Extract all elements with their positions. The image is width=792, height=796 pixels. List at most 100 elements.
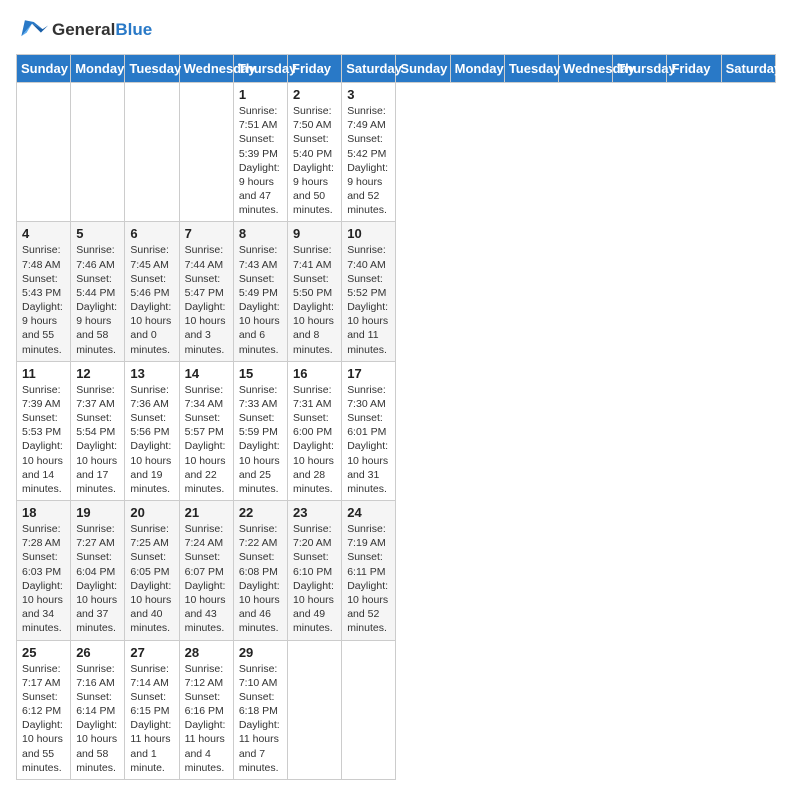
day-number: 7 [185,226,228,241]
logo-text: GeneralBlue [52,20,152,40]
day-info: Sunrise: 7:36 AM Sunset: 5:56 PM Dayligh… [130,383,173,496]
day-number: 1 [239,87,282,102]
day-number: 22 [239,505,282,520]
header-thursday: Thursday [233,55,287,83]
day-number: 2 [293,87,336,102]
day-number: 29 [239,645,282,660]
day-info: Sunrise: 7:33 AM Sunset: 5:59 PM Dayligh… [239,383,282,496]
day-number: 15 [239,366,282,381]
day-info: Sunrise: 7:44 AM Sunset: 5:47 PM Dayligh… [185,243,228,356]
header-saturday: Saturday [342,55,396,83]
day-cell-27: 27 Sunrise: 7:14 AM Sunset: 6:15 PM Dayli… [125,640,179,779]
day-cell-13: 13 Sunrise: 7:36 AM Sunset: 5:56 PM Dayli… [125,361,179,500]
day-cell-4: 4Sunrise: 7:48 AM Sunset: 5:43 PM Daylig… [17,222,71,361]
logo: GeneralBlue [16,16,152,44]
day-info: Sunrise: 7:10 AM Sunset: 6:18 PM Dayligh… [239,662,282,775]
header-tuesday: Tuesday [504,55,558,83]
day-number: 18 [22,505,65,520]
day-info: Sunrise: 7:22 AM Sunset: 6:08 PM Dayligh… [239,522,282,635]
day-info: Sunrise: 7:39 AM Sunset: 5:53 PM Dayligh… [22,383,65,496]
empty-cell [17,83,71,222]
header-wednesday: Wednesday [559,55,613,83]
day-cell-18: 18 Sunrise: 7:28 AM Sunset: 6:03 PM Dayli… [17,501,71,640]
header-saturday: Saturday [721,55,775,83]
day-cell-3: 3 Sunrise: 7:49 AM Sunset: 5:42 PM Daylig… [342,83,396,222]
empty-cell [342,640,396,779]
header-monday: Monday [71,55,125,83]
header-friday: Friday [288,55,342,83]
day-number: 17 [347,366,390,381]
day-cell-6: 6 Sunrise: 7:45 AM Sunset: 5:46 PM Daylig… [125,222,179,361]
day-info: Sunrise: 7:43 AM Sunset: 5:49 PM Dayligh… [239,243,282,356]
day-cell-2: 2 Sunrise: 7:50 AM Sunset: 5:40 PM Daylig… [288,83,342,222]
day-info: Sunrise: 7:14 AM Sunset: 6:15 PM Dayligh… [130,662,173,775]
header-wednesday: Wednesday [179,55,233,83]
header-friday: Friday [667,55,721,83]
day-number: 26 [76,645,119,660]
day-cell-7: 7 Sunrise: 7:44 AM Sunset: 5:47 PM Daylig… [179,222,233,361]
day-info: Sunrise: 7:28 AM Sunset: 6:03 PM Dayligh… [22,522,65,635]
day-cell-20: 20Sunrise: 7:25 AM Sunset: 6:05 PM Dayli… [125,501,179,640]
day-cell-29: 29 Sunrise: 7:10 AM Sunset: 6:18 PM Dayli… [233,640,287,779]
day-cell-10: 10 Sunrise: 7:40 AM Sunset: 5:52 PM Dayli… [342,222,396,361]
day-number: 3 [347,87,390,102]
header-thursday: Thursday [613,55,667,83]
day-cell-25: 25Sunrise: 7:17 AM Sunset: 6:12 PM Dayli… [17,640,71,779]
calendar-table: SundayMondayTuesdayWednesdayThursdayFrid… [16,54,776,780]
day-cell-15: 15 Sunrise: 7:33 AM Sunset: 5:59 PM Dayli… [233,361,287,500]
day-cell-8: 8Sunrise: 7:43 AM Sunset: 5:49 PM Daylig… [233,222,287,361]
calendar-week-5: 25Sunrise: 7:17 AM Sunset: 6:12 PM Dayli… [17,640,776,779]
empty-cell [71,83,125,222]
day-number: 24 [347,505,390,520]
header-sunday: Sunday [17,55,71,83]
day-number: 5 [76,226,119,241]
day-cell-1: 1 Sunrise: 7:51 AM Sunset: 5:39 PM Daylig… [233,83,287,222]
day-cell-23: 23Sunrise: 7:20 AM Sunset: 6:10 PM Dayli… [288,501,342,640]
empty-cell [125,83,179,222]
day-cell-24: 24 Sunrise: 7:19 AM Sunset: 6:11 PM Dayli… [342,501,396,640]
empty-cell [179,83,233,222]
day-cell-16: 16Sunrise: 7:31 AM Sunset: 6:00 PM Dayli… [288,361,342,500]
day-number: 4 [22,226,65,241]
day-info: Sunrise: 7:46 AM Sunset: 5:44 PM Dayligh… [76,243,119,356]
day-cell-12: 12Sunrise: 7:37 AM Sunset: 5:54 PM Dayli… [71,361,125,500]
day-info: Sunrise: 7:49 AM Sunset: 5:42 PM Dayligh… [347,104,390,217]
day-info: Sunrise: 7:25 AM Sunset: 6:05 PM Dayligh… [130,522,173,635]
day-info: Sunrise: 7:12 AM Sunset: 6:16 PM Dayligh… [185,662,228,775]
calendar-week-2: 4Sunrise: 7:48 AM Sunset: 5:43 PM Daylig… [17,222,776,361]
day-number: 21 [185,505,228,520]
day-info: Sunrise: 7:51 AM Sunset: 5:39 PM Dayligh… [239,104,282,217]
header-monday: Monday [450,55,504,83]
calendar-week-3: 11Sunrise: 7:39 AM Sunset: 5:53 PM Dayli… [17,361,776,500]
day-cell-17: 17 Sunrise: 7:30 AM Sunset: 6:01 PM Dayli… [342,361,396,500]
day-number: 14 [185,366,228,381]
day-cell-14: 14 Sunrise: 7:34 AM Sunset: 5:57 PM Dayli… [179,361,233,500]
day-cell-28: 28Sunrise: 7:12 AM Sunset: 6:16 PM Dayli… [179,640,233,779]
day-number: 19 [76,505,119,520]
day-cell-5: 5 Sunrise: 7:46 AM Sunset: 5:44 PM Daylig… [71,222,125,361]
day-number: 10 [347,226,390,241]
page-header: GeneralBlue [16,16,776,44]
empty-cell [288,640,342,779]
day-cell-26: 26Sunrise: 7:16 AM Sunset: 6:14 PM Dayli… [71,640,125,779]
day-number: 27 [130,645,173,660]
header-tuesday: Tuesday [125,55,179,83]
day-info: Sunrise: 7:45 AM Sunset: 5:46 PM Dayligh… [130,243,173,356]
day-number: 13 [130,366,173,381]
day-info: Sunrise: 7:24 AM Sunset: 6:07 PM Dayligh… [185,522,228,635]
day-info: Sunrise: 7:40 AM Sunset: 5:52 PM Dayligh… [347,243,390,356]
day-cell-11: 11Sunrise: 7:39 AM Sunset: 5:53 PM Dayli… [17,361,71,500]
day-info: Sunrise: 7:41 AM Sunset: 5:50 PM Dayligh… [293,243,336,356]
header-sunday: Sunday [396,55,450,83]
day-info: Sunrise: 7:34 AM Sunset: 5:57 PM Dayligh… [185,383,228,496]
day-info: Sunrise: 7:50 AM Sunset: 5:40 PM Dayligh… [293,104,336,217]
day-info: Sunrise: 7:31 AM Sunset: 6:00 PM Dayligh… [293,383,336,496]
day-info: Sunrise: 7:30 AM Sunset: 6:01 PM Dayligh… [347,383,390,496]
day-info: Sunrise: 7:27 AM Sunset: 6:04 PM Dayligh… [76,522,119,635]
day-info: Sunrise: 7:37 AM Sunset: 5:54 PM Dayligh… [76,383,119,496]
day-cell-21: 21 Sunrise: 7:24 AM Sunset: 6:07 PM Dayli… [179,501,233,640]
day-info: Sunrise: 7:19 AM Sunset: 6:11 PM Dayligh… [347,522,390,635]
day-info: Sunrise: 7:17 AM Sunset: 6:12 PM Dayligh… [22,662,65,775]
day-number: 6 [130,226,173,241]
day-number: 9 [293,226,336,241]
